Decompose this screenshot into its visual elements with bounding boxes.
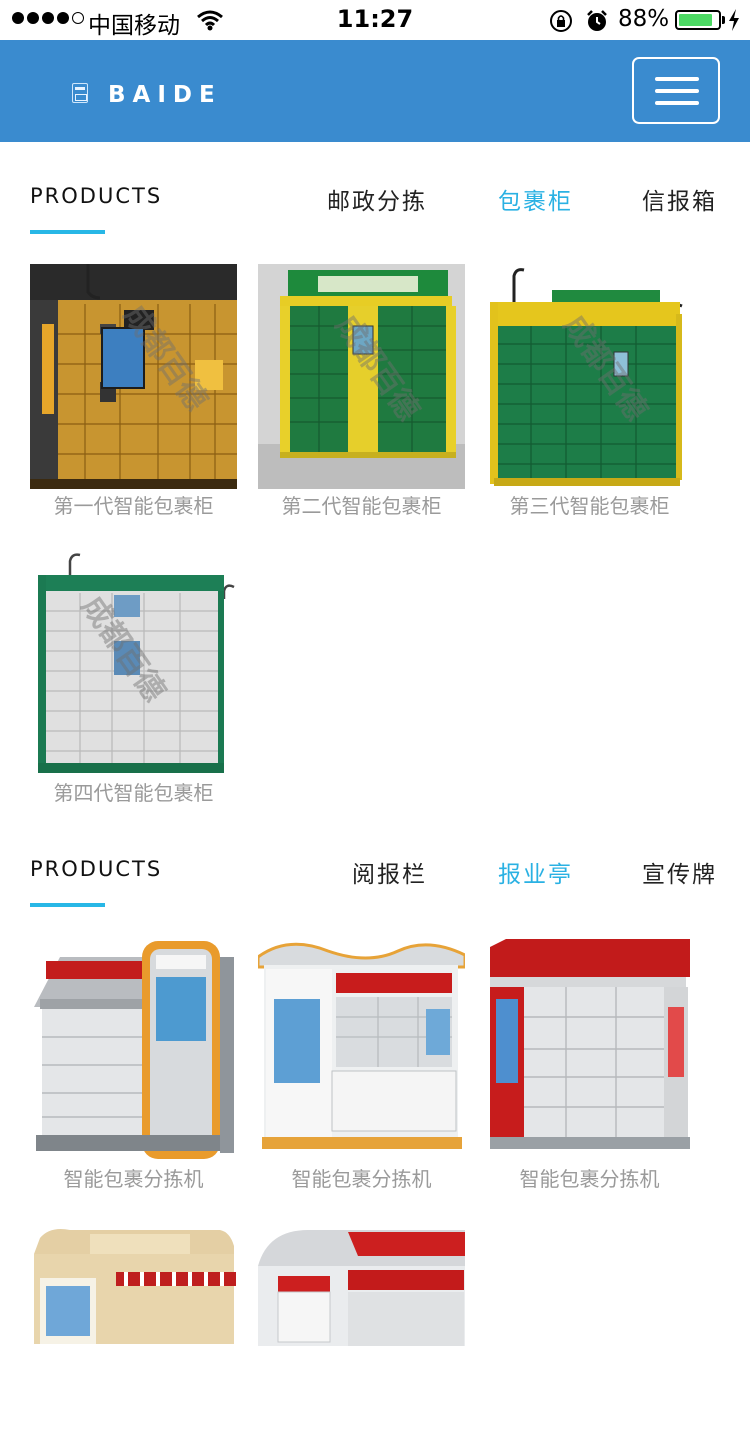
product-card[interactable] bbox=[258, 1226, 465, 1451]
tab-newsstand[interactable]: 报业亭 bbox=[498, 855, 573, 889]
alarm-icon bbox=[587, 10, 607, 31]
product-image[interactable] bbox=[258, 937, 465, 1162]
tab-billboard[interactable]: 宣传牌 bbox=[642, 855, 717, 889]
product-image[interactable]: 成都百德 bbox=[258, 264, 465, 489]
products-section-kiosks: PRODUCTS 阅报栏 报业亭 宣传牌 bbox=[0, 857, 750, 937]
menu-button[interactable] bbox=[632, 57, 720, 124]
tab-postal-sorting[interactable]: 邮政分拣 bbox=[327, 182, 427, 216]
section-title: PRODUCTS bbox=[30, 184, 163, 208]
product-caption[interactable]: 智能包裹分拣机 bbox=[486, 1163, 693, 1192]
products-section-lockers: PRODUCTS 邮政分拣 包裹柜 信报箱 bbox=[0, 184, 750, 264]
hamburger-bar bbox=[655, 89, 699, 93]
section-title-underline bbox=[30, 230, 105, 234]
hamburger-bar bbox=[655, 101, 699, 105]
tab-parcel-locker[interactable]: 包裹柜 bbox=[498, 182, 573, 216]
rotation-lock-icon bbox=[550, 10, 572, 32]
logo-text[interactable]: BAIDE bbox=[108, 82, 222, 108]
product-card[interactable]: 智能包裹分拣机 bbox=[30, 937, 237, 1191]
product-image[interactable] bbox=[30, 1226, 237, 1451]
charging-bolt-icon bbox=[729, 9, 739, 31]
product-card[interactable]: 智能包裹分拣机 bbox=[486, 937, 693, 1191]
product-caption[interactable]: 第一代智能包裹柜 bbox=[30, 490, 237, 519]
product-caption[interactable]: 智能包裹分拣机 bbox=[30, 1163, 237, 1192]
product-image[interactable]: 成都百德 bbox=[30, 264, 237, 489]
section-title: PRODUCTS bbox=[30, 857, 163, 881]
product-card[interactable]: 成都百德 第三代智能包裹柜 bbox=[486, 264, 693, 518]
tab-newspaper-board[interactable]: 阅报栏 bbox=[352, 855, 427, 889]
product-card[interactable]: 智能包裹分拣机 bbox=[258, 937, 465, 1191]
product-card[interactable] bbox=[30, 1226, 237, 1451]
product-card[interactable]: 成都百德 第四代智能包裹柜 bbox=[30, 551, 237, 805]
status-bar: 中国移动 11:27 88% bbox=[0, 0, 750, 40]
battery-percentage: 88% bbox=[618, 6, 670, 32]
logo-icon bbox=[72, 83, 88, 103]
product-image[interactable]: 成都百德 bbox=[30, 551, 237, 776]
product-image[interactable] bbox=[30, 937, 237, 1162]
section-title-underline bbox=[30, 903, 105, 907]
product-caption[interactable]: 智能包裹分拣机 bbox=[258, 1163, 465, 1192]
product-image[interactable] bbox=[258, 1226, 465, 1451]
product-caption[interactable]: 第二代智能包裹柜 bbox=[258, 490, 465, 519]
product-card[interactable]: 成都百德 第二代智能包裹柜 bbox=[258, 264, 465, 518]
product-caption[interactable]: 第四代智能包裹柜 bbox=[30, 777, 237, 806]
product-card[interactable]: 成都百德 第一代智能包裹柜 bbox=[30, 264, 237, 518]
hamburger-menu-icon bbox=[655, 77, 699, 81]
battery-icon bbox=[675, 10, 721, 30]
battery-nub bbox=[722, 16, 725, 24]
product-image[interactable]: 成都百德 bbox=[486, 264, 693, 489]
product-caption[interactable]: 第三代智能包裹柜 bbox=[486, 490, 693, 519]
tab-mailbox[interactable]: 信报箱 bbox=[642, 182, 717, 216]
product-image[interactable] bbox=[486, 937, 693, 1162]
